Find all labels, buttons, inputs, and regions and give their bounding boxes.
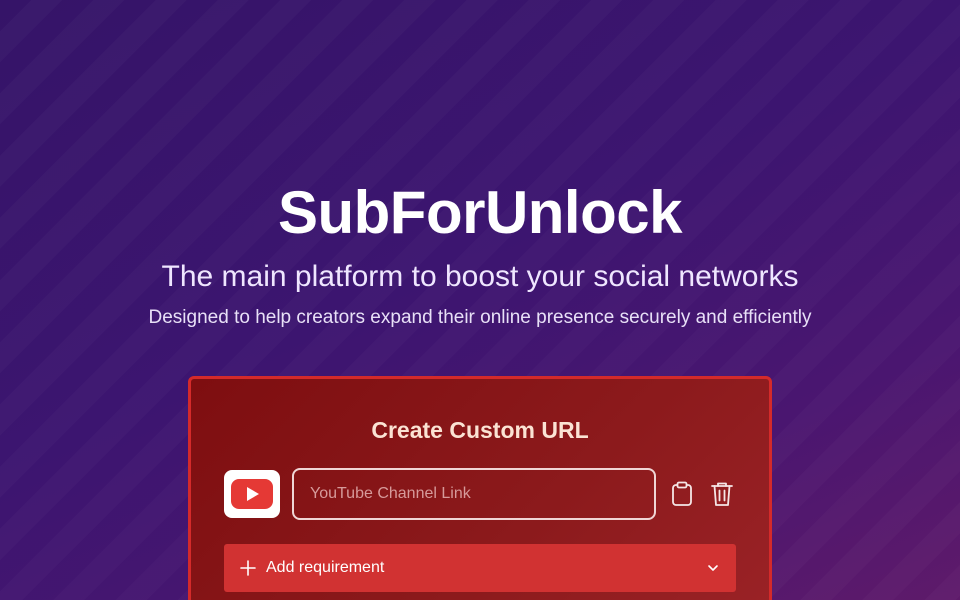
create-url-card: Create Custom URL Add requirement [188, 376, 772, 600]
site-title: SubForUnlock [277, 179, 683, 246]
chevron-down-icon [708, 565, 718, 571]
site-subtitle: The main platform to boost your social n… [161, 260, 799, 293]
delete-button[interactable] [708, 480, 736, 508]
card-title: Create Custom URL [371, 417, 589, 443]
requirement-toggle[interactable] [706, 561, 720, 575]
youtube-icon [231, 479, 273, 509]
add-requirement-button[interactable]: Add requirement [224, 544, 736, 592]
plus-icon [240, 560, 256, 576]
youtube-channel-link-input[interactable] [292, 468, 656, 520]
platform-selector[interactable] [224, 470, 280, 518]
paste-button[interactable] [668, 480, 696, 508]
clipboard-icon [672, 481, 692, 506]
add-requirement-label: Add requirement [266, 559, 385, 576]
trash-icon [711, 482, 733, 506]
site-tagline: Designed to help creators expand their o… [148, 307, 812, 328]
